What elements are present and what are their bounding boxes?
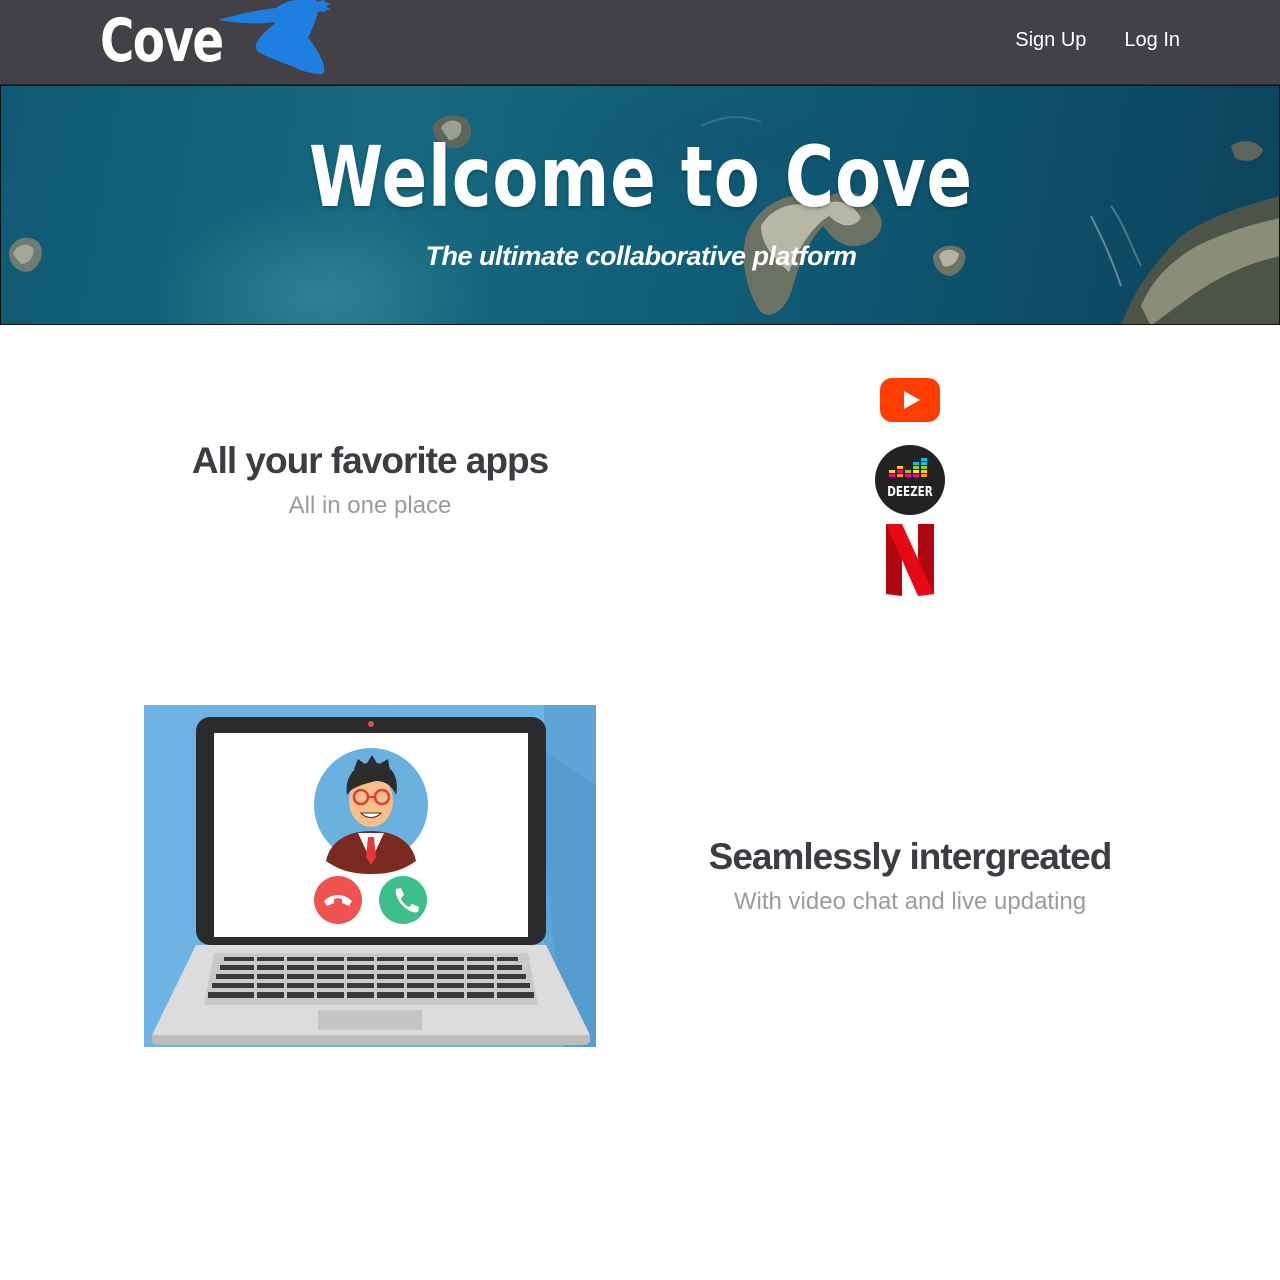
logo-text: Cove bbox=[100, 6, 224, 76]
feature-apps-subtitle: All in one place bbox=[288, 492, 452, 519]
top-navbar: Cove Sign Up Log In bbox=[0, 0, 1280, 85]
sign-up-link[interactable]: Sign Up bbox=[1015, 29, 1086, 52]
feature-integration-title: Seamlessly intergreated bbox=[708, 836, 1113, 877]
cove-logo[interactable]: Cove bbox=[100, 0, 340, 85]
hero-subtitle: The ultimate collaborative platform bbox=[425, 241, 857, 271]
hero-title: Welcome to Cove bbox=[309, 128, 973, 226]
log-in-link[interactable]: Log In bbox=[1124, 29, 1180, 52]
nav-links: Sign Up Log In bbox=[1015, 29, 1180, 52]
deezer-icon: DEEZER bbox=[875, 445, 945, 515]
feature-apps-title: All your favorite apps bbox=[191, 440, 549, 481]
netflix-icon bbox=[886, 524, 934, 596]
laptop-video-call-illustration bbox=[144, 705, 596, 1047]
hero-banner: Welcome to Cove The ultimate collaborati… bbox=[0, 85, 1280, 325]
deezer-label: DEEZER bbox=[887, 484, 932, 499]
youtube-icon bbox=[880, 378, 940, 422]
feature-integration-subtitle: With video chat and live updating bbox=[733, 888, 1087, 915]
pelican-logo-icon bbox=[218, 0, 330, 74]
